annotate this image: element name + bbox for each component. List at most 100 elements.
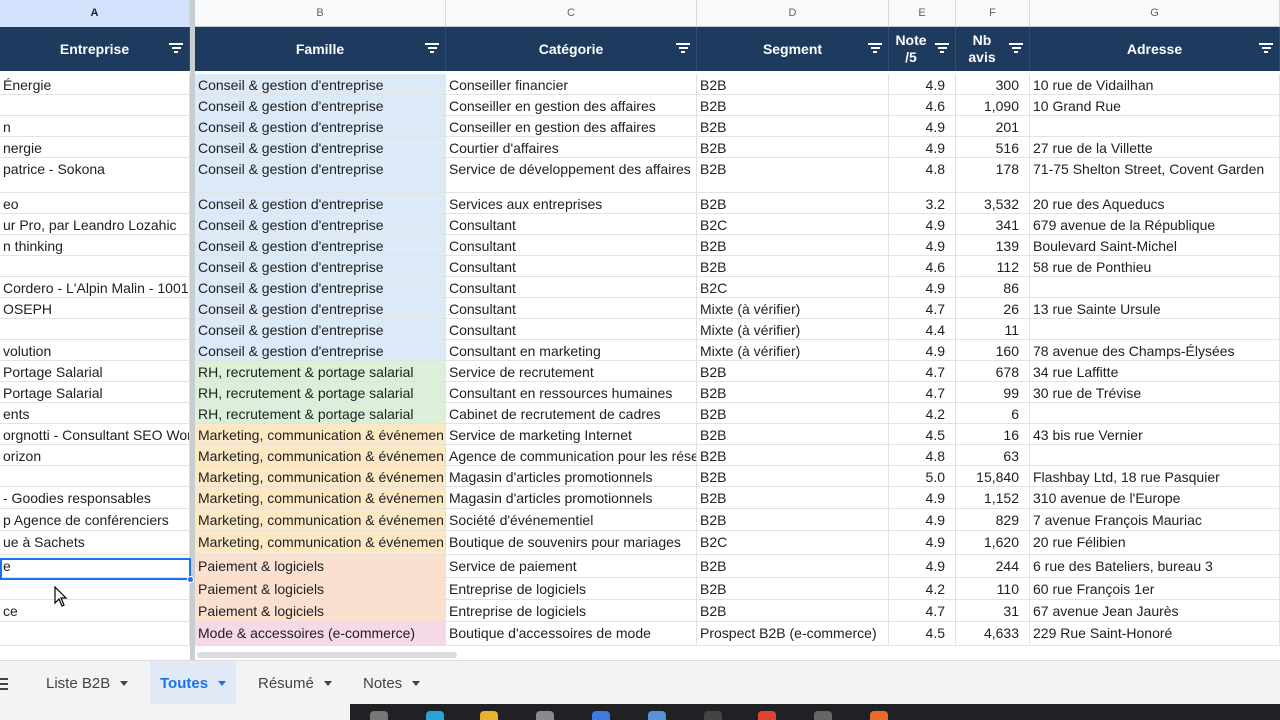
cell-entreprise[interactable]: nergie (0, 137, 190, 157)
cell-nb-avis[interactable]: 1,090 (956, 95, 1030, 115)
cell-segment[interactable]: B2C (697, 531, 889, 554)
cell-categorie[interactable]: Service de recrutement (446, 361, 697, 381)
column-letter-c[interactable]: C (446, 0, 697, 27)
cell-famille[interactable]: Conseil & gestion d'entreprise (195, 277, 446, 297)
cell-note[interactable]: 4.8 (889, 158, 956, 192)
filter-icon[interactable] (676, 41, 690, 55)
cell-adresse[interactable] (1030, 445, 1280, 465)
cell-segment[interactable]: B2B (697, 445, 889, 465)
cell-entreprise[interactable]: Cordero - L'Alpin Malin - 1001 (0, 277, 190, 297)
cell-famille[interactable]: Marketing, communication & événemen (195, 531, 446, 554)
cell-segment[interactable]: B2B (697, 487, 889, 508)
header-famille[interactable]: Famille (195, 27, 446, 71)
cell-segment[interactable]: B2B (697, 74, 889, 94)
header-note[interactable]: Note /5 (889, 27, 956, 71)
cell-segment[interactable]: Mixte (à vérifier) (697, 340, 889, 360)
cell-adresse[interactable] (1030, 319, 1280, 339)
cell-entreprise[interactable]: ue à Sachets (0, 531, 190, 554)
cell-famille[interactable]: Mode & accessoires (e-commerce) (195, 622, 446, 645)
cell-note[interactable]: 4.4 (889, 319, 956, 339)
tab-liste-b2b[interactable]: Liste B2B (36, 661, 138, 705)
cell-note[interactable]: 4.9 (889, 277, 956, 297)
selected-cell[interactable] (0, 558, 191, 580)
taskbar-app-icon[interactable] (870, 711, 888, 720)
cell-categorie[interactable]: Service de développement des affaires (446, 158, 697, 192)
cell-nb-avis[interactable]: 63 (956, 445, 1030, 465)
cell-famille[interactable]: Conseil & gestion d'entreprise (195, 74, 446, 94)
chevron-down-icon[interactable] (218, 680, 227, 686)
cell-adresse[interactable]: 27 rue de la Villette (1030, 137, 1280, 157)
cell-adresse[interactable]: 20 rue des Aqueducs (1030, 193, 1280, 213)
cell-categorie[interactable]: Boutique d'accessoires de mode (446, 622, 697, 645)
cell-note[interactable]: 4.9 (889, 116, 956, 136)
taskbar-app-icon[interactable] (814, 711, 832, 720)
cell-adresse[interactable]: Boulevard Saint-Michel (1030, 235, 1280, 255)
filter-icon[interactable] (868, 41, 882, 55)
column-letter-d[interactable]: D (697, 0, 889, 27)
cell-entreprise[interactable] (0, 319, 190, 339)
chevron-down-icon[interactable] (120, 680, 129, 686)
horizontal-scrollbar[interactable] (197, 652, 457, 658)
cell-entreprise[interactable] (0, 466, 190, 486)
cell-note[interactable]: 4.5 (889, 424, 956, 444)
cell-segment[interactable]: B2B (697, 158, 889, 192)
cell-categorie[interactable]: Boutique de souvenirs pour mariages (446, 531, 697, 554)
cell-adresse[interactable]: 60 rue François 1er (1030, 578, 1280, 599)
cell-nb-avis[interactable]: 110 (956, 578, 1030, 599)
cell-nb-avis[interactable]: 15,840 (956, 466, 1030, 486)
cell-nb-avis[interactable]: 1,620 (956, 531, 1030, 554)
cell-famille[interactable]: Conseil & gestion d'entreprise (195, 235, 446, 255)
taskbar-app-icon[interactable] (370, 711, 388, 720)
cell-note[interactable]: 4.9 (889, 214, 956, 234)
cell-famille[interactable]: Conseil & gestion d'entreprise (195, 137, 446, 157)
cell-note[interactable]: 4.6 (889, 256, 956, 276)
cell-categorie[interactable]: Consultant (446, 319, 697, 339)
cell-famille[interactable]: Paiement & logiciels (195, 555, 446, 577)
cell-entreprise[interactable]: p Agence de conférenciers (0, 509, 190, 530)
cell-adresse[interactable]: 34 rue Laffitte (1030, 361, 1280, 381)
cell-segment[interactable]: Mixte (à vérifier) (697, 319, 889, 339)
cell-adresse[interactable]: 679 avenue de la République (1030, 214, 1280, 234)
cell-segment[interactable]: B2B (697, 382, 889, 402)
cell-entreprise[interactable]: OSEPH (0, 298, 190, 318)
cell-categorie[interactable]: Conseiller en gestion des affaires (446, 95, 697, 115)
cell-entreprise[interactable]: ce (0, 600, 190, 621)
cell-nb-avis[interactable]: 11 (956, 319, 1030, 339)
cell-famille[interactable]: Marketing, communication & événemen (195, 509, 446, 530)
cell-note[interactable]: 4.7 (889, 382, 956, 402)
cell-segment[interactable]: B2B (697, 193, 889, 213)
cell-nb-avis[interactable]: 678 (956, 361, 1030, 381)
cell-categorie[interactable]: Cabinet de recrutement de cadres (446, 403, 697, 423)
cell-nb-avis[interactable]: 201 (956, 116, 1030, 136)
fill-handle[interactable] (187, 576, 194, 583)
tab-resume[interactable]: Résumé (248, 661, 342, 705)
cell-adresse[interactable]: Flashbay Ltd, 18 rue Pasquier (1030, 466, 1280, 486)
all-sheets-menu-icon[interactable] (0, 678, 8, 690)
cell-famille[interactable]: Conseil & gestion d'entreprise (195, 298, 446, 318)
cell-note[interactable]: 4.7 (889, 600, 956, 621)
cell-nb-avis[interactable]: 112 (956, 256, 1030, 276)
cell-categorie[interactable]: Agence de communication pour les rése (446, 445, 697, 465)
cell-categorie[interactable]: Services aux entreprises (446, 193, 697, 213)
taskbar-app-icon[interactable] (758, 711, 776, 720)
cell-categorie[interactable]: Magasin d'articles promotionnels (446, 466, 697, 486)
cell-adresse[interactable]: 13 rue Sainte Ursule (1030, 298, 1280, 318)
cell-adresse[interactable]: 43 bis rue Vernier (1030, 424, 1280, 444)
cell-famille[interactable]: Conseil & gestion d'entreprise (195, 214, 446, 234)
cell-nb-avis[interactable]: 300 (956, 74, 1030, 94)
cell-entreprise[interactable]: patrice - Sokona (0, 158, 190, 192)
cell-nb-avis[interactable]: 86 (956, 277, 1030, 297)
cell-famille[interactable]: Conseil & gestion d'entreprise (195, 319, 446, 339)
cell-famille[interactable]: RH, recrutement & portage salarial (195, 361, 446, 381)
cell-famille[interactable]: RH, recrutement & portage salarial (195, 382, 446, 402)
cell-note[interactable]: 4.7 (889, 298, 956, 318)
cell-entreprise[interactable] (0, 622, 190, 645)
cell-segment[interactable]: B2B (697, 555, 889, 577)
cell-famille[interactable]: Marketing, communication & événemen (195, 445, 446, 465)
cell-nb-avis[interactable]: 3,532 (956, 193, 1030, 213)
cell-adresse[interactable]: 10 rue de Vidailhan (1030, 74, 1280, 94)
taskbar-app-icon[interactable] (704, 711, 722, 720)
column-letter-g[interactable]: G (1030, 0, 1280, 27)
cell-adresse[interactable]: 58 rue de Ponthieu (1030, 256, 1280, 276)
chevron-down-icon[interactable] (323, 680, 332, 686)
